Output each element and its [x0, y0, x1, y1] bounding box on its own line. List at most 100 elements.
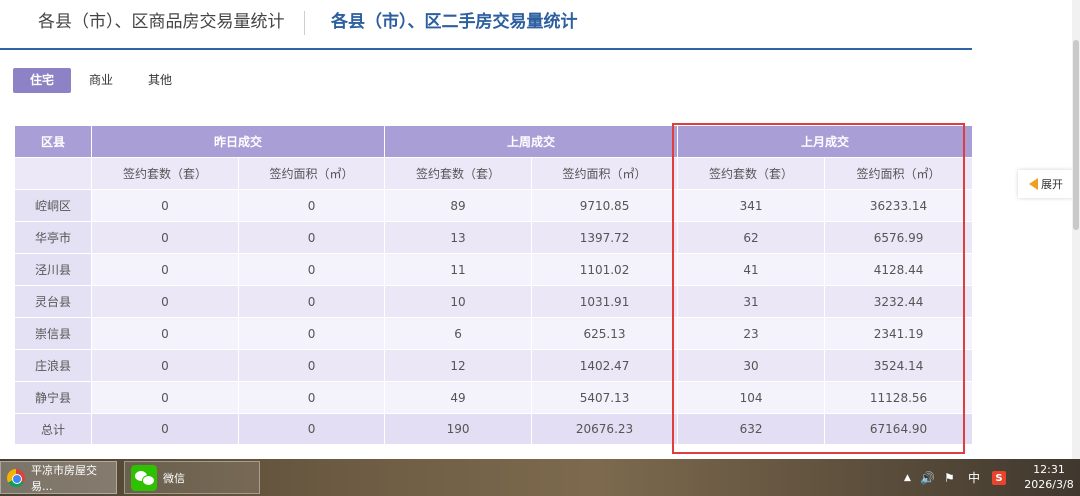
taskbar-item-browser[interactable]: 平凉市房屋交易... — [0, 461, 117, 494]
clock-time: 12:31 — [1033, 463, 1065, 476]
cell-district: 崇信县 — [14, 317, 92, 350]
cell-value: 31 — [677, 285, 826, 318]
cell-total-label: 总计 — [14, 413, 92, 445]
cell-value: 0 — [237, 349, 386, 382]
cell-value: 10 — [384, 285, 533, 318]
cell-value: 1402.47 — [531, 349, 679, 382]
cell-value: 1397.72 — [531, 221, 679, 254]
cell-value: 13 — [384, 221, 533, 254]
subheader-area: 签约面积（㎡） — [237, 157, 386, 190]
clock-date: 2026/3/8 — [1024, 478, 1074, 491]
cell-value: 6576.99 — [824, 221, 974, 254]
expand-button[interactable]: 展开 — [1018, 170, 1074, 198]
cell-value: 3232.44 — [824, 285, 974, 318]
subheader-count: 签约套数（套） — [384, 157, 533, 190]
cell-value: 0 — [91, 253, 239, 286]
sogou-ime-icon[interactable]: S — [992, 471, 1006, 485]
cell-value: 0 — [237, 253, 386, 286]
table-subheader-row: 签约套数（套） 签约面积（㎡） 签约套数（套） 签约面积（㎡） 签约套数（套） … — [14, 157, 974, 190]
table-row: 泾川县 0 0 11 1101.02 41 4128.44 — [14, 253, 974, 286]
cell-value: 1101.02 — [531, 253, 679, 286]
subheader-count: 签约套数（套） — [91, 157, 239, 190]
subheader-count: 签约套数（套） — [677, 157, 826, 190]
cell-district: 华亭市 — [14, 221, 92, 254]
cell-value: 0 — [237, 381, 386, 414]
subheader-area: 签约面积（㎡） — [531, 157, 679, 190]
cell-district: 泾川县 — [14, 253, 92, 286]
header-yesterday: 昨日成交 — [90, 125, 386, 158]
cell-value: 0 — [237, 221, 386, 254]
cell-district: 灵台县 — [14, 285, 92, 318]
cell-value: 0 — [91, 413, 239, 445]
tab-second-hand-stats[interactable]: 各县（市）、区二手房交易量统计 — [331, 10, 578, 34]
expand-label: 展开 — [1041, 178, 1063, 191]
cell-value: 12 — [384, 349, 533, 382]
subtab-commercial[interactable]: 商业 — [89, 68, 113, 93]
cell-value: 0 — [237, 285, 386, 318]
cell-value: 67164.90 — [824, 413, 974, 445]
cell-value: 190 — [384, 413, 533, 445]
cell-value: 0 — [91, 285, 239, 318]
cell-value: 20676.23 — [531, 413, 679, 445]
cell-value: 625.13 — [531, 317, 679, 350]
cell-value: 0 — [237, 317, 386, 350]
cell-value: 11128.56 — [824, 381, 974, 414]
stats-tabs: 各县（市）、区商品房交易量统计 各县（市）、区二手房交易量统计 — [0, 0, 972, 50]
header-district: 区县 — [14, 125, 92, 158]
cell-value: 0 — [91, 221, 239, 254]
chrome-icon — [7, 468, 25, 487]
cell-value: 4128.44 — [824, 253, 974, 286]
cell-value: 0 — [91, 317, 239, 350]
cell-value: 36233.14 — [824, 189, 974, 222]
scrollbar-thumb[interactable] — [1073, 40, 1079, 230]
cell-value: 2341.19 — [824, 317, 974, 350]
table-row: 华亭市 0 0 13 1397.72 62 6576.99 — [14, 221, 974, 254]
cell-value: 0 — [237, 413, 386, 445]
table-row: 灵台县 0 0 10 1031.91 31 3232.44 — [14, 285, 974, 318]
taskbar-item-label: 微信 — [163, 471, 185, 485]
taskbar-clock[interactable]: 12:31 2026/3/8 — [1022, 462, 1076, 492]
cell-value: 3524.14 — [824, 349, 974, 382]
volume-icon[interactable]: 🔊 — [920, 459, 935, 496]
cell-value: 49 — [384, 381, 533, 414]
table-row: 崆峒区 0 0 89 9710.85 341 36233.14 — [14, 189, 974, 222]
table-total-row: 总计 0 0 190 20676.23 632 67164.90 — [14, 413, 974, 445]
subheader-area: 签约面积（㎡） — [824, 157, 974, 190]
tab-divider — [304, 11, 305, 35]
cell-value: 0 — [91, 189, 239, 222]
wechat-icon — [131, 464, 157, 491]
cell-value: 41 — [677, 253, 826, 286]
taskbar: 平凉市房屋交易... 微信 ▲ 🔊 ⚑ 中 S 12:31 2026/3/8 — [0, 459, 1080, 496]
cell-value: 0 — [91, 349, 239, 382]
taskbar-item-wechat[interactable]: 微信 — [124, 461, 260, 494]
cell-value: 6 — [384, 317, 533, 350]
cell-value: 9710.85 — [531, 189, 679, 222]
table-header-row: 区县 昨日成交 上周成交 上月成交 — [14, 125, 974, 158]
cell-value: 62 — [677, 221, 826, 254]
input-language-indicator[interactable]: 中 — [968, 459, 980, 496]
cell-value: 11 — [384, 253, 533, 286]
cell-value: 23 — [677, 317, 826, 350]
cell-district: 崆峒区 — [14, 189, 92, 222]
cell-value: 0 — [91, 381, 239, 414]
transaction-table: 区县 昨日成交 上周成交 上月成交 签约套数（套） 签约面积（㎡） 签约套数（套… — [14, 125, 974, 445]
cell-value: 0 — [237, 189, 386, 222]
cell-value: 632 — [677, 413, 826, 445]
cell-value: 89 — [384, 189, 533, 222]
tray-expand-icon[interactable]: ▲ — [904, 459, 911, 496]
cell-value: 104 — [677, 381, 826, 414]
subtab-other[interactable]: 其他 — [148, 68, 172, 93]
subtab-residential[interactable]: 住宅 — [13, 68, 71, 93]
cell-value: 341 — [677, 189, 826, 222]
cell-value: 5407.13 — [531, 381, 679, 414]
taskbar-item-label: 平凉市房屋交易... — [31, 463, 97, 493]
cell-value: 30 — [677, 349, 826, 382]
scrollbar[interactable] — [1072, 0, 1080, 460]
table-row: 庄浪县 0 0 12 1402.47 30 3524.14 — [14, 349, 974, 382]
action-center-flag-icon[interactable]: ⚑ — [944, 459, 955, 496]
page: 各县（市）、区商品房交易量统计 各县（市）、区二手房交易量统计 住宅 商业 其他… — [0, 0, 1080, 496]
table-row: 静宁县 0 0 49 5407.13 104 11128.56 — [14, 381, 974, 414]
subheader-blank — [14, 157, 92, 190]
tab-new-housing-stats[interactable]: 各县（市）、区商品房交易量统计 — [38, 10, 285, 34]
cell-district: 庄浪县 — [14, 349, 92, 382]
